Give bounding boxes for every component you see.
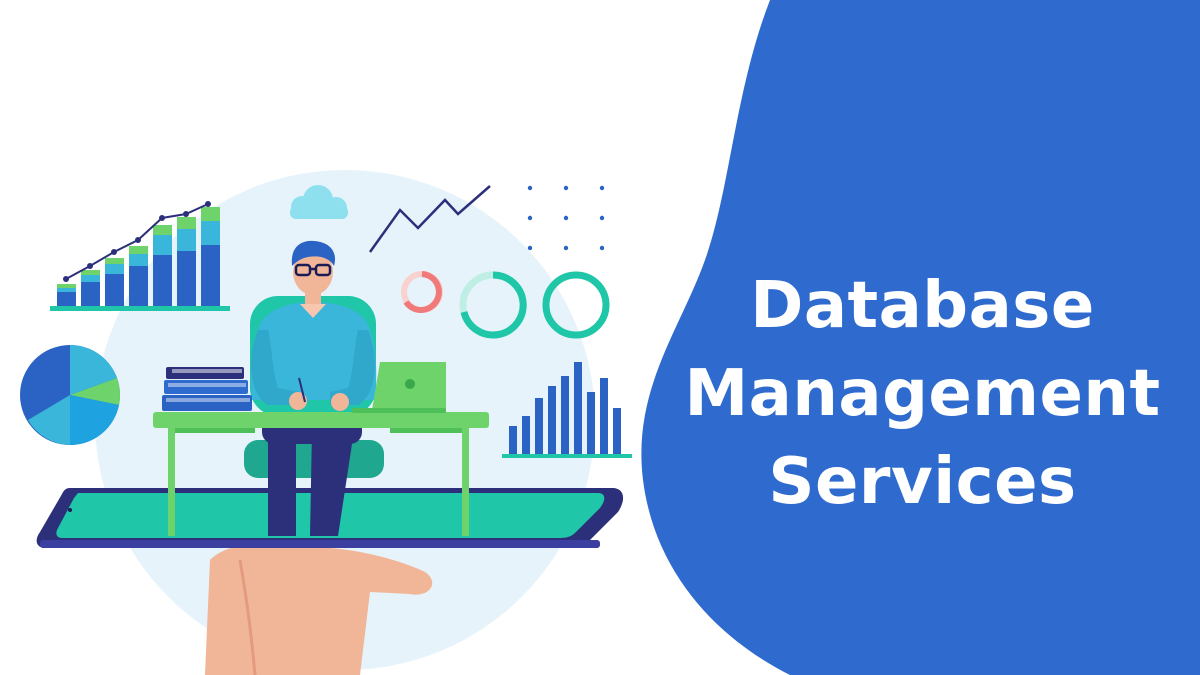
page-title: Database Management Services — [655, 262, 1190, 526]
book-stack-icon — [162, 367, 252, 411]
pie-chart-icon — [20, 345, 120, 445]
dot-grid-icon — [527, 185, 605, 251]
banner: Database Management Services — [0, 0, 1200, 675]
title-line-2: Management — [684, 357, 1161, 431]
bar-chart-icon — [50, 201, 230, 311]
title-line-3: Services — [768, 445, 1077, 519]
title-line-1: Database — [750, 269, 1095, 343]
